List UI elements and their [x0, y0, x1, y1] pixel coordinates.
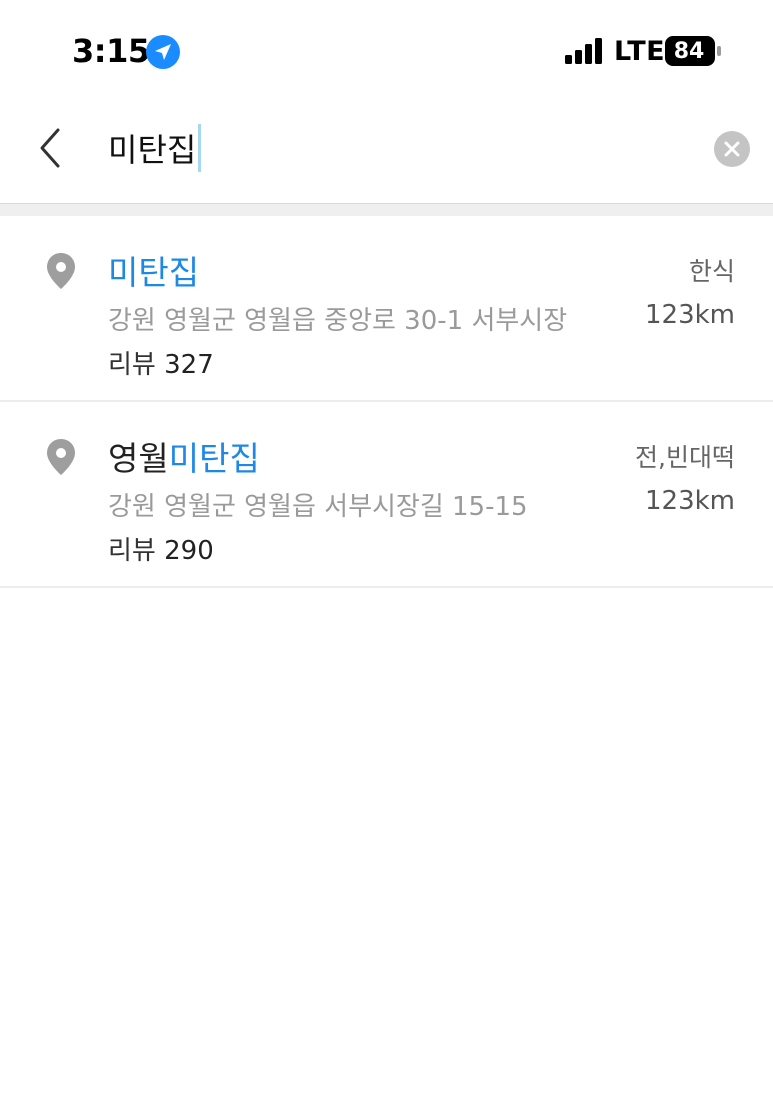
- results-list: 미탄집 한식 강원 영월군 영월읍 중앙로 30-1 서부시장 123km 리뷰…: [0, 216, 773, 588]
- place-address: 강원 영월군 영월읍 서부시장길 15-15: [108, 492, 528, 522]
- place-name: 미탄집: [108, 246, 199, 294]
- place-name-prefix: 영월: [108, 439, 169, 478]
- place-name: 영월미탄집: [108, 432, 260, 480]
- map-pin-icon: [47, 253, 75, 289]
- clear-circle-icon[interactable]: [714, 131, 750, 167]
- location-arrow-icon: [146, 35, 180, 69]
- place-distance: 123km: [644, 486, 735, 516]
- network-type: LTE: [614, 36, 666, 67]
- section-divider: [0, 203, 773, 216]
- review-count: 290: [164, 536, 214, 566]
- review-label: 리뷰: [108, 350, 156, 380]
- place-category: 한식: [688, 257, 735, 286]
- cellular-signal-icon: [565, 38, 602, 64]
- place-category: 전,빈대떡: [635, 443, 735, 472]
- place-name-highlight: 미탄집: [108, 253, 200, 292]
- review-label: 리뷰: [108, 536, 156, 566]
- search-input[interactable]: [108, 124, 668, 172]
- place-distance: 123km: [644, 300, 735, 330]
- battery-level: 84: [673, 38, 705, 64]
- review-count: 327: [164, 350, 214, 380]
- place-reviews: 리뷰 327: [108, 344, 214, 381]
- map-pin-icon: [47, 439, 75, 475]
- place-reviews: 리뷰 290: [108, 530, 214, 567]
- status-bar: 3:15 LTE 84: [0, 0, 773, 100]
- list-item[interactable]: 미탄집 한식 강원 영월군 영월읍 중앙로 30-1 서부시장 123km 리뷰…: [0, 216, 773, 402]
- chevron-left-icon[interactable]: [34, 124, 66, 172]
- text-caret: [198, 124, 201, 172]
- place-address: 강원 영월군 영월읍 중앙로 30-1 서부시장: [108, 306, 568, 336]
- list-item[interactable]: 영월미탄집 전,빈대떡 강원 영월군 영월읍 서부시장길 15-15 123km…: [0, 402, 773, 588]
- status-time: 3:15: [72, 32, 150, 70]
- place-name-highlight: 미탄집: [168, 439, 260, 478]
